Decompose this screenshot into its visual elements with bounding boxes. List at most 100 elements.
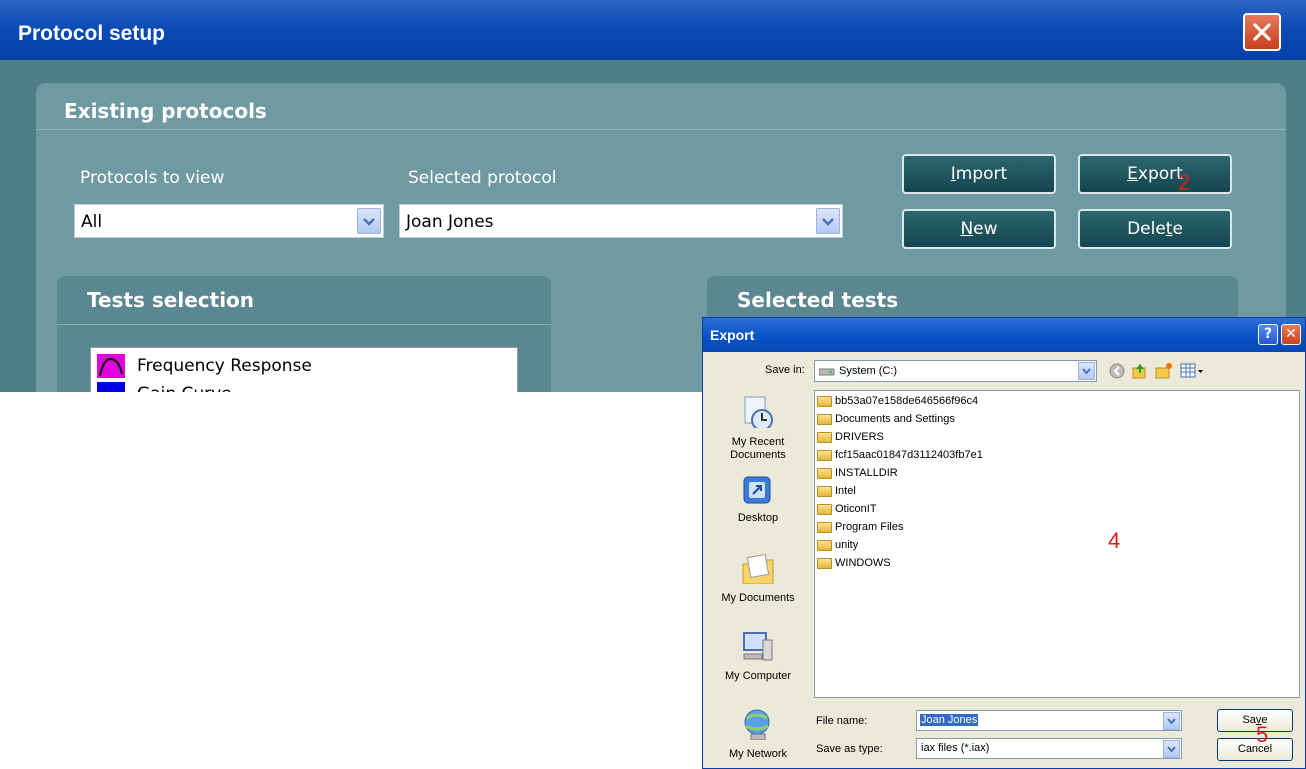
recent-documents-icon (744, 396, 773, 428)
new-label: ew (973, 219, 998, 239)
dropdown-arrow[interactable] (1163, 712, 1180, 730)
new-folder-icon[interactable] (1155, 362, 1173, 380)
place-label: Desktop (737, 512, 779, 524)
export-button[interactable]: Export (1078, 154, 1232, 194)
protocols-to-view-value: All (81, 212, 103, 232)
place-my-recent-documents[interactable]: My Recent Documents (709, 396, 807, 466)
existing-protocols-heading: Existing protocols (64, 99, 267, 123)
place-label: My Network (728, 748, 788, 760)
import-button[interactable]: Import (902, 154, 1056, 194)
frequency-response-icon (97, 354, 125, 378)
file-name-input[interactable]: Joan Jones (916, 710, 1182, 731)
folder-name: Program Files (835, 521, 904, 533)
protocols-to-view-dropdown[interactable]: All (74, 204, 384, 238)
annotation-step-4: 4 (1108, 528, 1121, 553)
selected-tests-heading: Selected tests (737, 288, 899, 312)
file-name-value: Joan Jones (920, 714, 979, 726)
folder-icon (817, 558, 832, 569)
gain-curve-icon (97, 382, 125, 392)
folder-icon (817, 468, 832, 479)
save-in-dropdown[interactable]: System (C:) (814, 360, 1097, 382)
help-icon: ? (1263, 326, 1273, 342)
export-title-bar: Export ? ✕ (703, 318, 1305, 352)
list-item[interactable]: Gain Curve (97, 380, 497, 392)
save-label-pre: Sa (1242, 714, 1256, 726)
back-icon[interactable] (1109, 363, 1125, 379)
view-menu-icon[interactable] (1180, 363, 1204, 379)
file-name-label: File name: (816, 715, 868, 727)
folder-name: WINDOWS (835, 557, 891, 569)
window-title: Protocol setup (18, 22, 166, 45)
save-as-type-dropdown[interactable]: iax files (*.iax) (916, 738, 1182, 759)
selected-protocol-value: Joan Jones (406, 212, 494, 232)
places-bar: My Recent Documents Desktop My Documents… (709, 390, 807, 768)
chevron-down-icon (1082, 368, 1091, 375)
dropdown-arrow[interactable] (816, 208, 840, 234)
folder-name: OticonIT (835, 503, 877, 515)
new-button[interactable]: New (902, 209, 1056, 249)
chevron-down-icon (822, 218, 834, 226)
export-label: xport (1137, 164, 1183, 184)
folder-icon (817, 414, 832, 425)
place-my-network[interactable]: My Network (709, 708, 807, 768)
import-label: mport (955, 164, 1008, 184)
dropdown-arrow[interactable] (1078, 362, 1095, 380)
my-documents-icon (742, 554, 774, 584)
help-button[interactable]: ? (1258, 324, 1278, 345)
list-item[interactable]: Frequency Response (97, 352, 497, 380)
folder-name: DRIVERS (835, 431, 884, 443)
place-label: Documents (730, 449, 786, 461)
place-label: My Recent (731, 436, 785, 448)
divider (57, 324, 551, 325)
save-as-type-label: Save as type: (816, 743, 883, 755)
dialog-title: Export (710, 327, 755, 343)
drive-icon (819, 368, 835, 376)
new-mnemonic: N (960, 219, 974, 239)
folder-icon (817, 486, 832, 497)
annotation-step-5: 5 (1256, 722, 1269, 747)
cancel-button[interactable]: Cancel (1217, 738, 1293, 761)
selected-protocol-label: Selected protocol (408, 168, 557, 188)
folder-icon (817, 432, 832, 443)
protocol-title-bar: Protocol setup (0, 0, 1306, 60)
save-button[interactable]: Save (1217, 709, 1293, 732)
tests-list[interactable]: Frequency Response Gain Curve (90, 347, 518, 392)
close-button[interactable] (1243, 13, 1281, 51)
folder-icon (817, 396, 832, 407)
folder-icon (817, 504, 832, 515)
folder-icon (817, 522, 832, 533)
place-label: My Computer (724, 670, 792, 682)
export-dialog: Export ? ✕ Save in: System (C:) My Recen… (702, 317, 1306, 769)
protocols-to-view-label: Protocols to view (80, 168, 225, 188)
dropdown-arrow[interactable] (357, 208, 381, 234)
close-button[interactable]: ✕ (1281, 324, 1301, 345)
list-item-label: Gain Curve (137, 384, 232, 392)
save-as-type-value: iax files (*.iax) (921, 742, 990, 754)
place-my-computer[interactable]: My Computer (709, 630, 807, 690)
tests-selection-heading: Tests selection (87, 288, 255, 312)
place-my-documents[interactable]: My Documents (709, 552, 807, 612)
folder-name: Documents and Settings (835, 413, 955, 425)
annotation-step-2: 2 (1178, 170, 1191, 195)
save-in-value: System (C:) (839, 365, 898, 377)
folder-name: fcf15aac01847d3112403fb7e1 (835, 449, 983, 461)
delete-label-pre: Dele (1127, 219, 1166, 239)
delete-button[interactable]: Delete (1078, 209, 1232, 249)
desktop-icon (743, 476, 771, 504)
my-network-icon (744, 709, 770, 740)
selected-protocol-dropdown[interactable]: Joan Jones (399, 204, 843, 238)
dropdown-arrow[interactable] (1163, 740, 1180, 758)
folder-icon (817, 450, 832, 461)
folder-name: INSTALLDIR (835, 467, 898, 479)
folder-name: unity (835, 539, 859, 551)
chevron-down-icon (1167, 746, 1176, 753)
chevron-down-icon (363, 218, 375, 226)
folder-name: bb53a07e158de646566f96c4 (835, 395, 979, 407)
export-mnemonic: E (1127, 164, 1138, 184)
my-computer-icon (743, 632, 773, 661)
up-folder-icon[interactable] (1131, 362, 1149, 380)
folder-icon (817, 540, 832, 551)
save-in-label: Save in: (765, 364, 805, 376)
file-list[interactable]: bb53a07e158de646566f96c4 Documents and S… (814, 390, 1300, 698)
place-desktop[interactable]: Desktop (709, 474, 807, 534)
